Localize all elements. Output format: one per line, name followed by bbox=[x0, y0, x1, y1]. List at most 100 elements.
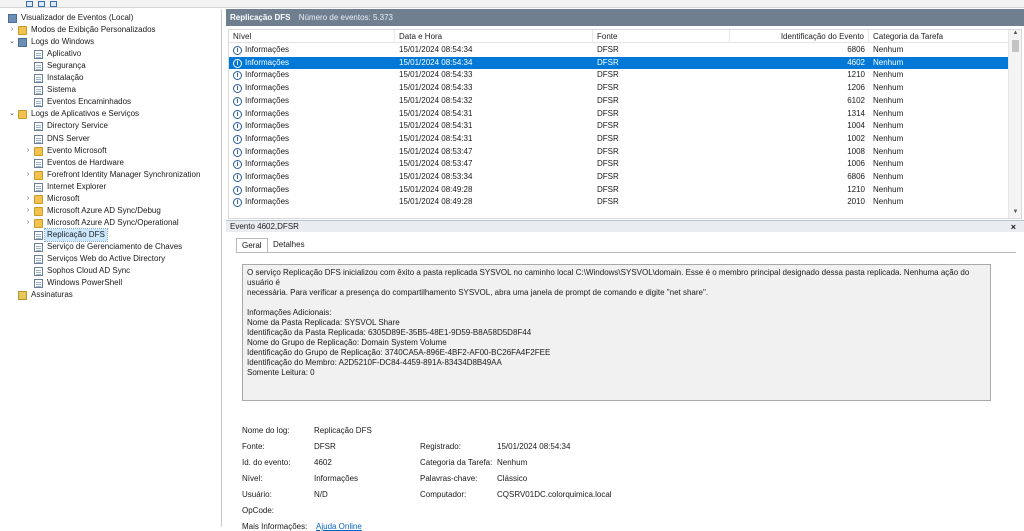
cell-date: 15/01/2024 08:54:32 bbox=[399, 95, 473, 105]
cell-category: Nenhum bbox=[873, 184, 904, 194]
expand-arrow-icon[interactable]: ⌄ bbox=[8, 36, 16, 48]
column-source[interactable]: Fonte bbox=[593, 30, 730, 43]
folder-icon[interactable] bbox=[26, 1, 33, 7]
event-description[interactable]: O serviço Replicação DFS inicializou com… bbox=[242, 264, 991, 401]
scroll-thumb[interactable] bbox=[1012, 40, 1019, 52]
tab-general[interactable]: Geral bbox=[236, 238, 268, 253]
tree-item-label: Sistema bbox=[47, 85, 76, 95]
column-event-id[interactable]: Identificação do Evento bbox=[730, 30, 869, 43]
tree-item-label: Eventos de Hardware bbox=[47, 157, 124, 167]
table-row[interactable]: i Informações 15/01/2024 08:53:47 DFSR 1008 N… bbox=[229, 146, 1009, 159]
forward-arrow-icon[interactable] bbox=[14, 1, 21, 7]
tree-item[interactable]: Windows PowerShell bbox=[0, 277, 221, 289]
expand-arrow-icon[interactable]: › bbox=[24, 193, 32, 205]
cell-id: 1008 bbox=[847, 146, 865, 156]
column-date[interactable]: Data e Hora bbox=[395, 30, 593, 43]
help-icon[interactable] bbox=[50, 1, 57, 7]
folder-icon bbox=[34, 170, 43, 180]
table-row[interactable]: i Informações 15/01/2024 08:54:31 DFSR 1002 N… bbox=[229, 133, 1009, 146]
table-row[interactable]: i Informações 15/01/2024 08:54:33 DFSR 1210 N… bbox=[229, 69, 1009, 82]
tree-item[interactable]: Sistema bbox=[0, 84, 221, 96]
expand-arrow-icon[interactable]: › bbox=[8, 24, 16, 36]
expand-arrow-icon[interactable]: › bbox=[24, 169, 32, 181]
tree-item[interactable]: › Evento Microsoft bbox=[0, 145, 221, 157]
toolbar bbox=[0, 0, 1024, 8]
tree-item[interactable]: Visualizador de Eventos (Local) bbox=[0, 12, 221, 24]
tree-item[interactable]: Internet Explorer bbox=[0, 181, 221, 193]
tree-item[interactable]: ⌄ Logs de Aplicativos e Serviços bbox=[0, 108, 221, 120]
cell-category: Nenhum bbox=[873, 146, 904, 156]
tree-item[interactable]: Serviço de Gerenciamento de Chaves bbox=[0, 241, 221, 253]
tree-item[interactable]: › Microsoft bbox=[0, 193, 221, 205]
cell-source: DFSR bbox=[597, 121, 619, 131]
vertical-scrollbar[interactable]: ▲ ▼ bbox=[1008, 30, 1021, 218]
tree-item[interactable]: Replicação DFS bbox=[0, 227, 221, 242]
table-row[interactable]: i Informações 15/01/2024 08:49:28 DFSR 2010 N… bbox=[229, 196, 1009, 209]
scroll-down-icon[interactable]: ▼ bbox=[1009, 209, 1021, 218]
tree-item[interactable]: Segurança bbox=[0, 60, 221, 72]
log-title: Replicação DFS bbox=[230, 13, 291, 22]
tree-item-label: Assinaturas bbox=[31, 290, 73, 300]
tree-item[interactable]: › Microsoft Azure AD Sync/Debug bbox=[0, 205, 221, 217]
column-task-category[interactable]: Categoria da Tarefa bbox=[869, 30, 1009, 43]
expand-arrow-icon[interactable]: › bbox=[24, 145, 32, 157]
cell-category: Nenhum bbox=[873, 83, 904, 93]
cell-category: Nenhum bbox=[873, 159, 904, 169]
back-arrow-icon[interactable] bbox=[4, 1, 11, 7]
cell-date: 15/01/2024 08:49:28 bbox=[399, 184, 473, 194]
table-row[interactable]: i Informações 15/01/2024 08:54:31 DFSR 1314 N… bbox=[229, 108, 1009, 121]
table-row[interactable]: i Informações 15/01/2024 08:54:33 DFSR 1206 N… bbox=[229, 82, 1009, 95]
tree-item[interactable]: ⌄ Logs do Windows bbox=[0, 36, 221, 48]
log-icon bbox=[34, 134, 43, 144]
tree-item-label: Sophos Cloud AD Sync bbox=[47, 266, 131, 276]
table-row[interactable]: i Informações 15/01/2024 08:53:47 DFSR 1006 N… bbox=[229, 158, 1009, 171]
console-icon[interactable] bbox=[38, 1, 45, 7]
main-pane: Replicação DFS Número de eventos: 5.373 … bbox=[226, 9, 1024, 531]
log-icon bbox=[34, 230, 43, 240]
tree-item[interactable]: Aplicativo bbox=[0, 48, 221, 60]
cell-id: 1004 bbox=[847, 121, 865, 131]
table-row[interactable]: i Informações 15/01/2024 08:54:34 DFSR 6806 N… bbox=[229, 44, 1009, 57]
tree-item[interactable]: DNS Server bbox=[0, 133, 221, 145]
tree-item[interactable]: Sophos Cloud AD Sync bbox=[0, 265, 221, 277]
tree-item[interactable]: › Modos de Exibição Personalizados bbox=[0, 24, 221, 36]
keywords-value: Clássico bbox=[497, 474, 528, 483]
expand-arrow-icon[interactable]: ⌄ bbox=[8, 108, 16, 120]
expand-arrow-icon[interactable]: › bbox=[24, 217, 32, 229]
cell-date: 15/01/2024 08:53:34 bbox=[399, 172, 473, 181]
column-level[interactable]: Nível bbox=[229, 30, 395, 43]
table-row[interactable]: i Informações 15/01/2024 08:54:32 DFSR 6102 N… bbox=[229, 95, 1009, 108]
cell-id: 1210 bbox=[847, 184, 865, 194]
description-line bbox=[247, 298, 986, 308]
tree-item[interactable]: Instalação bbox=[0, 72, 221, 84]
description-line: Nome da Pasta Replicada: SYSVOL Share bbox=[247, 318, 400, 327]
table-row[interactable]: i Informações 15/01/2024 08:54:31 DFSR 1004 N… bbox=[229, 120, 1009, 133]
tree-item[interactable]: › Microsoft Azure AD Sync/Operational bbox=[0, 217, 221, 229]
tree-item[interactable]: Eventos de Hardware bbox=[0, 157, 221, 169]
cell-source: DFSR bbox=[597, 133, 619, 143]
task-category-value: Nenhum bbox=[497, 458, 528, 467]
tree-item-label: Replicação DFS bbox=[44, 227, 108, 242]
table-row[interactable]: i Informações 15/01/2024 08:54:34 DFSR 4602 N… bbox=[229, 56, 1009, 70]
tree-item[interactable]: Assinaturas bbox=[0, 289, 221, 301]
tree-item[interactable]: Eventos Encaminhados bbox=[0, 96, 221, 108]
description-line: Identificação da Pasta Replicada: 6305D8… bbox=[247, 328, 532, 337]
table-row[interactable]: i Informações 15/01/2024 08:49:28 DFSR 1210 N… bbox=[229, 184, 1009, 197]
cell-id: 6102 bbox=[847, 95, 865, 105]
registered-label: Registrado: bbox=[420, 442, 461, 451]
expand-arrow-icon[interactable]: › bbox=[24, 205, 32, 217]
close-icon[interactable]: × bbox=[1011, 221, 1016, 233]
cell-date: 15/01/2024 08:54:34 bbox=[399, 45, 473, 54]
description-line: Identificação do Membro: A2D5210F-DC84-4… bbox=[247, 358, 502, 367]
tree-item[interactable]: › Forefront Identity Manager Synchronizat… bbox=[0, 169, 221, 181]
scroll-up-icon[interactable]: ▲ bbox=[1009, 30, 1021, 39]
cell-source: DFSR bbox=[597, 70, 619, 80]
cell-source: DFSR bbox=[597, 108, 619, 118]
log-icon bbox=[34, 74, 43, 84]
tab-details[interactable]: Detalhes bbox=[268, 238, 310, 253]
information-icon: i bbox=[233, 160, 242, 170]
table-row[interactable]: i Informações 15/01/2024 08:53:34 DFSR 6806 N… bbox=[229, 171, 1009, 184]
log-icon bbox=[34, 279, 43, 289]
tree-item[interactable]: Serviços Web do Active Directory bbox=[0, 253, 221, 265]
tree-item[interactable]: Directory Service bbox=[0, 120, 221, 132]
